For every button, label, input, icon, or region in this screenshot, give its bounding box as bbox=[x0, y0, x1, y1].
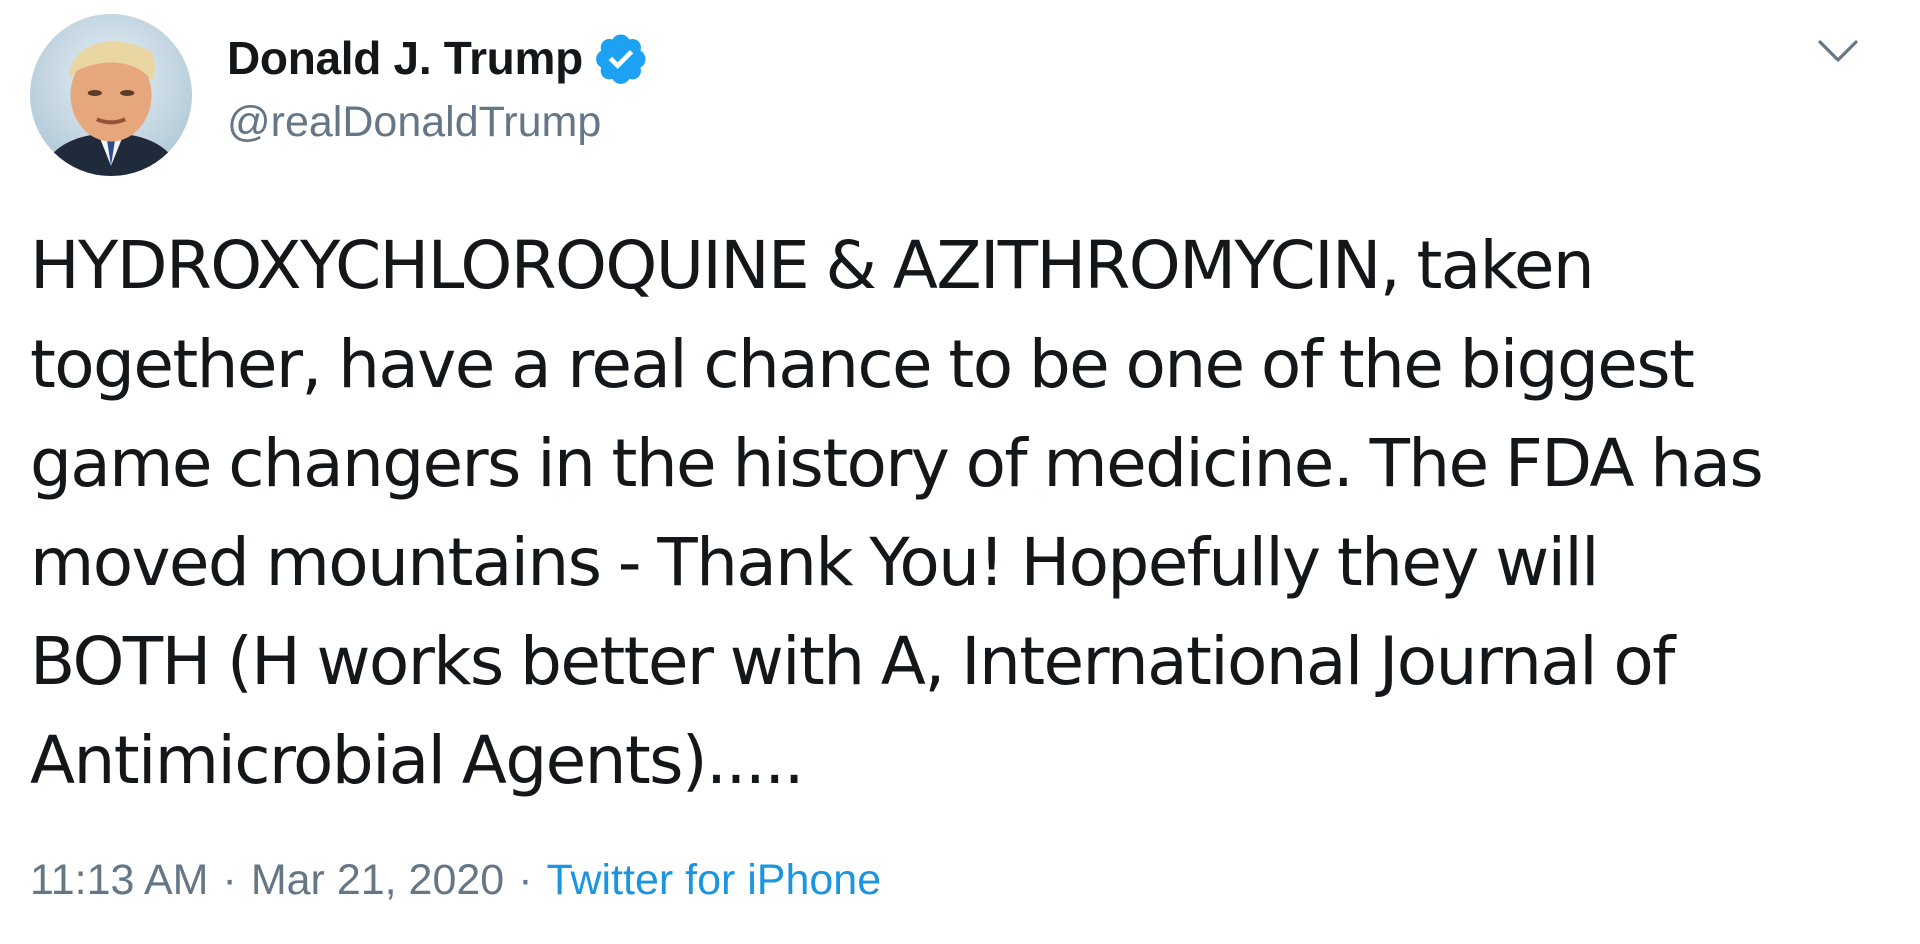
tweet-metadata: 11:13 AM · Mar 21, 2020 · Twitter for iP… bbox=[30, 856, 881, 905]
avatar[interactable] bbox=[30, 14, 192, 176]
author-handle[interactable]: @realDonaldTrump bbox=[227, 98, 601, 147]
separator-dot: · bbox=[518, 856, 533, 904]
verified-badge-icon bbox=[593, 30, 649, 86]
tweet-text: HYDROXYCHLOROQUINE & AZITHROMYCIN, taken… bbox=[30, 227, 1764, 799]
tweet-time[interactable]: 11:13 AM bbox=[30, 856, 209, 905]
author-name-row: Donald J. Trump bbox=[227, 32, 649, 84]
tweet-date[interactable]: Mar 21, 2020 bbox=[251, 856, 504, 905]
profile-photo bbox=[30, 14, 192, 176]
separator-dot: · bbox=[222, 856, 237, 904]
display-name[interactable]: Donald J. Trump bbox=[227, 31, 583, 85]
tweet-card: Donald J. Trump @realDonaldTrump HYDROXY… bbox=[0, 0, 1920, 944]
tweet-source-link[interactable]: Twitter for iPhone bbox=[547, 856, 882, 905]
chevron-down-icon[interactable] bbox=[1814, 32, 1862, 72]
